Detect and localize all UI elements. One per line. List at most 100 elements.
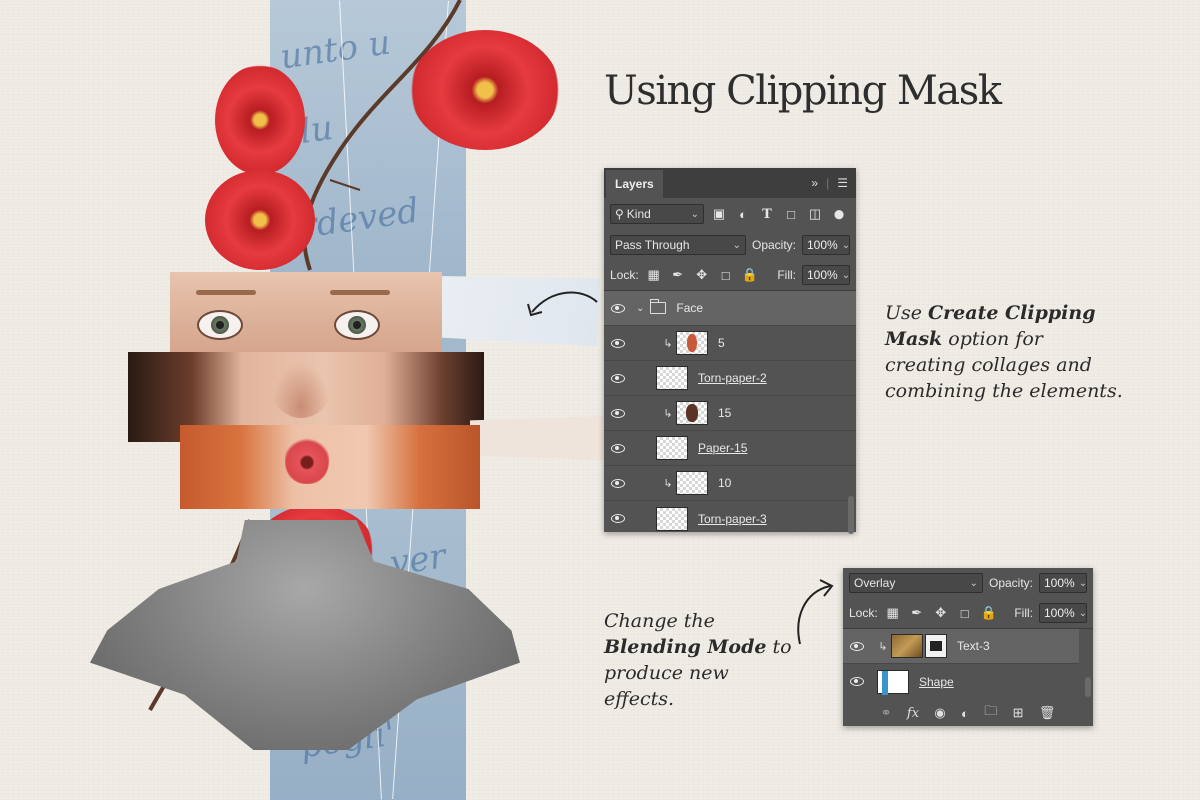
clipping-mask-icon: ↳ — [663, 477, 673, 490]
layer-row-face[interactable]: ⌄ Face — [604, 291, 856, 326]
fx-icon[interactable]: fx — [907, 706, 919, 721]
layers-footer-toolbar: ⚭ fx ◉ ◐ 🗀 ⊞ 🗑 — [843, 699, 1093, 727]
layer-thumbnail — [656, 506, 688, 531]
visibility-toggle[interactable] — [604, 303, 632, 313]
image-filter-icon[interactable]: ▣ — [710, 205, 728, 223]
blend-row: Pass Through ⌄ Opacity: 100% ⌄ — [604, 230, 856, 260]
chevron-down-icon[interactable]: ⌄ — [636, 303, 644, 314]
eyebrow — [330, 290, 390, 295]
blend-mode-select[interactable]: Pass Through ⌄ — [610, 235, 746, 255]
adjustment-layer-icon[interactable]: ◐ — [961, 706, 969, 721]
new-layer-icon[interactable]: ⊞ — [1013, 705, 1024, 721]
visibility-toggle[interactable] — [604, 478, 632, 488]
lock-label: Lock: — [849, 606, 878, 620]
eye-icon — [611, 408, 625, 418]
type-filter-icon[interactable]: T — [758, 205, 776, 223]
torn-paper-strip — [470, 416, 604, 460]
lock-all-icon[interactable]: 🔒 — [980, 604, 998, 622]
layer-row-15[interactable]: ↳ 15 — [604, 396, 856, 431]
layer-row-text-3[interactable]: ↳ Text-3 — [843, 629, 1079, 664]
chevron-down-icon: ⌄ — [690, 208, 699, 220]
blend-row: Overlay ⌄ Opacity: 100% ⌄ — [843, 568, 1093, 598]
layers-list: ↳ Text-3 Shape — [843, 629, 1093, 699]
chevron-down-icon: ⌄ — [841, 269, 851, 281]
fill-value: 100% — [1044, 606, 1075, 620]
filter-kind-select[interactable]: ⚲ Kind ⌄ — [610, 204, 704, 224]
curved-arrow-icon — [797, 579, 834, 645]
visibility-toggle[interactable] — [604, 514, 632, 523]
chevron-down-icon: ⌄ — [841, 239, 851, 251]
layer-row-torn-paper-3[interactable]: Torn-paper-3 — [604, 501, 856, 536]
layer-thumbnail — [676, 401, 708, 425]
eye-icon — [850, 677, 864, 686]
fill-field[interactable]: 100% ⌄ — [802, 265, 850, 285]
panel-title-icons: » | ☰ — [811, 176, 856, 198]
layer-name: 15 — [718, 406, 732, 420]
lock-transparent-icon[interactable]: ▦ — [645, 266, 663, 284]
blend-mode-select[interactable]: Overlay ⌄ — [849, 573, 983, 593]
lock-paint-icon[interactable]: ✒ — [908, 604, 926, 622]
add-mask-icon[interactable]: ◉ — [934, 705, 945, 721]
layer-name: 5 — [718, 336, 725, 350]
layer-name: Face — [676, 301, 704, 315]
visibility-toggle[interactable] — [604, 373, 632, 383]
fill-field[interactable]: 100% ⌄ — [1039, 603, 1087, 623]
filter-row: ⚲ Kind ⌄ ▣ ◐ T □ ◫ ⬤ — [604, 198, 856, 230]
nose — [272, 362, 330, 418]
layer-row-5[interactable]: ↳ 5 — [604, 326, 856, 361]
shape-filter-icon[interactable]: □ — [782, 205, 800, 223]
fill-value: 100% — [807, 268, 838, 282]
quince-flower — [410, 30, 560, 150]
layer-thumbnail — [891, 634, 923, 658]
opacity-field[interactable]: 100% ⌄ — [802, 235, 850, 255]
layer-row-10[interactable]: ↳ 10 — [604, 466, 856, 501]
lock-artboard-icon[interactable]: □ — [956, 604, 974, 622]
smart-object-filter-icon[interactable]: ◫ — [806, 205, 824, 223]
link-layers-icon[interactable]: ⚭ — [881, 705, 892, 721]
layer-thumbnail — [877, 669, 909, 695]
opacity-value: 100% — [1044, 576, 1075, 590]
visibility-toggle[interactable] — [843, 641, 871, 651]
lock-artboard-icon[interactable]: □ — [717, 266, 735, 284]
layers-panel: Layers » | ☰ ⚲ Kind ⌄ ▣ ◐ T □ ◫ ⬤ Pass T… — [604, 168, 856, 534]
expand-icon[interactable]: » — [811, 176, 818, 190]
opacity-label: Opacity: — [751, 238, 796, 252]
visibility-toggle[interactable] — [843, 677, 871, 686]
lock-transparent-icon[interactable]: ▦ — [884, 604, 902, 622]
layer-row-paper-15[interactable]: Paper-15 — [604, 431, 856, 466]
clipping-mask-icon: ↳ — [663, 407, 673, 420]
new-group-icon[interactable]: 🗀 — [984, 702, 997, 724]
eye-icon — [611, 303, 625, 313]
lips — [285, 436, 329, 484]
visibility-toggle[interactable] — [604, 338, 632, 348]
menu-icon[interactable]: ☰ — [837, 176, 848, 190]
lock-paint-icon[interactable]: ✒ — [669, 266, 687, 284]
filter-kind-label: Kind — [626, 207, 651, 221]
lock-all-icon[interactable]: 🔒 — [741, 266, 759, 284]
panel-titlebar: Layers » | ☰ — [604, 168, 856, 198]
visibility-toggle[interactable] — [604, 443, 632, 453]
scrollbar[interactable] — [848, 496, 854, 534]
filter-toggle-icon[interactable]: ⬤ — [830, 205, 848, 223]
layer-mask-thumbnail — [925, 634, 947, 658]
lock-label: Lock: — [610, 268, 639, 282]
tab-layers[interactable]: Layers — [606, 170, 663, 198]
layer-row-shape[interactable]: Shape — [843, 664, 1093, 699]
visibility-toggle[interactable] — [604, 408, 632, 418]
lock-position-icon[interactable]: ✥ — [932, 604, 950, 622]
opacity-field[interactable]: 100% ⌄ — [1039, 573, 1087, 593]
eye-icon — [611, 478, 625, 488]
lock-row: Lock: ▦ ✒ ✥ □ 🔒 Fill: 100% ⌄ — [604, 260, 856, 290]
layers-list: ⌄ Face ↳ 5 Torn-paper-2 ↳ 15 Paper-15 ↳ … — [604, 291, 856, 536]
adjustment-filter-icon[interactable]: ◐ — [734, 205, 752, 223]
layer-thumbnail — [656, 436, 688, 460]
lock-position-icon[interactable]: ✥ — [693, 266, 711, 284]
chevron-down-icon: ⌄ — [969, 577, 978, 589]
scrollbar[interactable] — [1085, 677, 1091, 697]
delete-layer-icon[interactable]: 🗑 — [1039, 705, 1056, 721]
caption-emphasis: Blending Mode — [604, 636, 767, 658]
layer-row-torn-paper-2[interactable]: Torn-paper-2 — [604, 361, 856, 396]
fill-label: Fill: — [777, 268, 796, 282]
eye-icon — [850, 641, 864, 651]
chevron-down-icon: ⌄ — [1078, 607, 1088, 619]
